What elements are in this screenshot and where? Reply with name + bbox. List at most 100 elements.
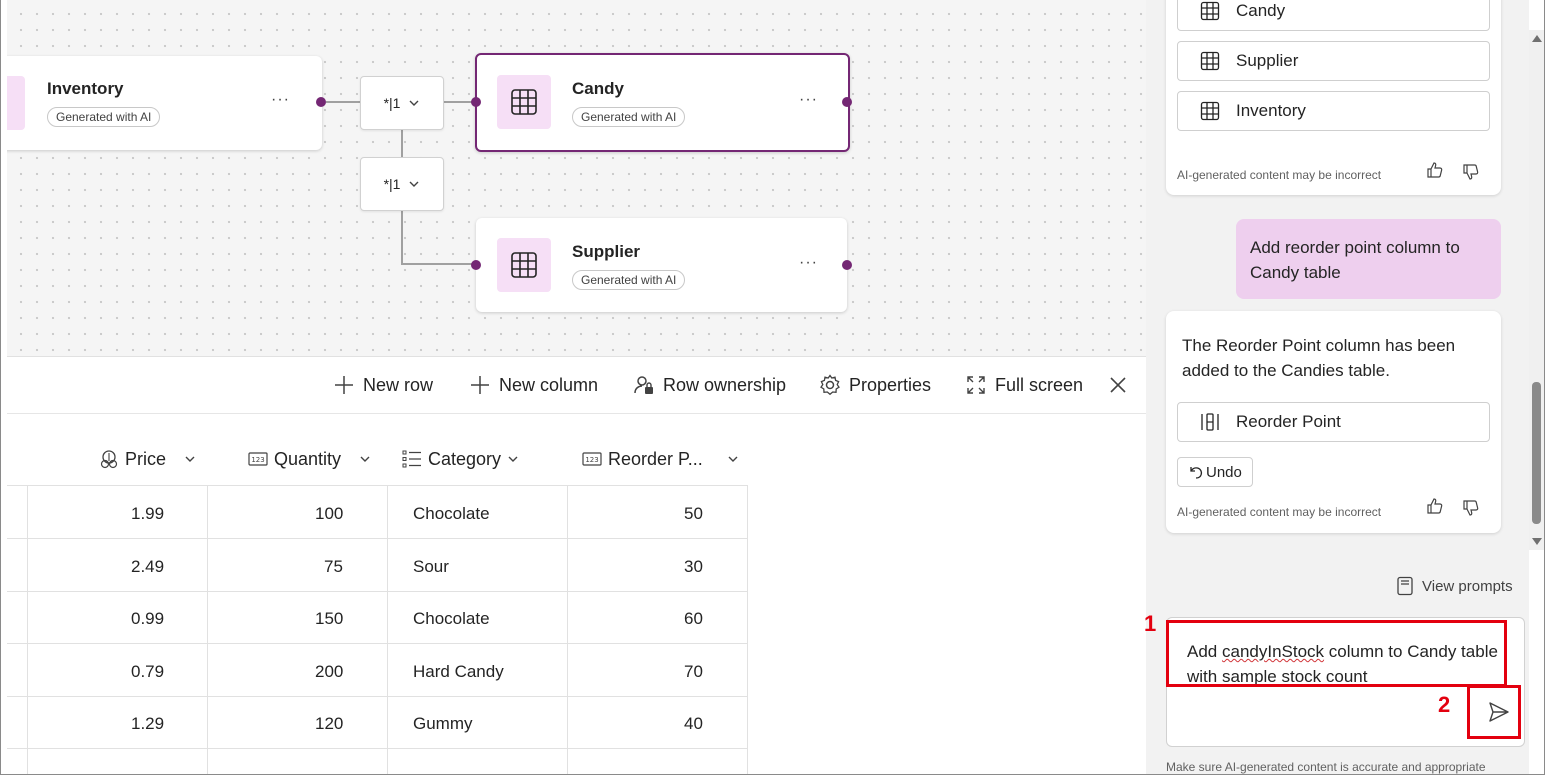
chevron-down-icon: [409, 181, 419, 187]
column-icon: [1201, 413, 1219, 431]
thumbs-up-icon[interactable]: [1426, 161, 1444, 179]
generated-with-ai-badge: Generated with AI: [572, 270, 686, 290]
row-divider: [7, 696, 748, 697]
relationship-line: [401, 128, 403, 158]
column-header-reorder-point[interactable]: 123 Reorder P...: [582, 447, 739, 471]
connection-port[interactable]: [842, 97, 852, 107]
table-reference-candy[interactable]: Candy: [1177, 0, 1490, 31]
cell-category[interactable]: Gummy: [413, 714, 473, 734]
cell-reorder-point[interactable]: 60: [684, 609, 703, 629]
reference-label: Supplier: [1236, 51, 1299, 70]
thumbs-up-icon[interactable]: [1426, 497, 1444, 515]
column-header-label: Reorder P...: [608, 448, 703, 469]
new-column-button[interactable]: New column: [469, 374, 598, 396]
table-node-supplier[interactable]: Supplier Generated with AI ···: [476, 218, 847, 312]
reference-label: Inventory: [1236, 101, 1306, 120]
table-grid-icon: [1200, 51, 1220, 71]
annotation-label-2: 2: [1438, 692, 1451, 717]
full-screen-label: Full screen: [995, 374, 1084, 395]
scrollbar-thumb[interactable]: [1532, 382, 1541, 524]
connection-port[interactable]: [316, 97, 326, 107]
scroll-down-arrow[interactable]: [1532, 538, 1542, 545]
table-node-inventory[interactable]: Inventory Generated with AI ···: [7, 56, 322, 150]
ai-response-card: Candy Supplier Inventory AI-generated co…: [1166, 0, 1501, 195]
cell-quantity[interactable]: 120: [315, 714, 343, 734]
more-options-button[interactable]: ···: [799, 254, 818, 272]
cell-category[interactable]: Chocolate: [413, 504, 490, 524]
table-toolbar: New row New column Row ownership Propert…: [7, 358, 1146, 414]
cell-price[interactable]: 1.99: [131, 504, 164, 524]
more-options-button[interactable]: ···: [271, 91, 290, 109]
cell-category[interactable]: Sour: [413, 557, 449, 577]
ai-disclaimer: AI-generated content may be incorrect: [1177, 505, 1382, 519]
undo-button[interactable]: Undo: [1177, 457, 1253, 487]
scroll-up-arrow[interactable]: [1532, 35, 1542, 42]
cell-reorder-point[interactable]: 30: [684, 557, 703, 577]
connection-port[interactable]: [471, 97, 481, 107]
cell-quantity[interactable]: 75: [324, 557, 343, 577]
chevron-down-icon: [360, 456, 370, 462]
relationship-selector[interactable]: *|1: [360, 76, 444, 130]
table-reference-inventory[interactable]: Inventory: [1177, 91, 1490, 131]
column-header-category[interactable]: Category: [402, 447, 519, 471]
cell-category[interactable]: Chocolate: [413, 609, 490, 629]
svg-text:123: 123: [251, 456, 264, 464]
table-grid-icon: [497, 238, 551, 292]
properties-button[interactable]: Properties: [819, 374, 931, 396]
cell-reorder-point[interactable]: 50: [684, 504, 703, 524]
reference-label: Candy: [1236, 1, 1286, 20]
column-header-quantity[interactable]: 123 Quantity: [248, 447, 371, 471]
row-divider: [7, 485, 748, 486]
column-header-label: Quantity: [274, 448, 342, 469]
row-ownership-button[interactable]: Row ownership: [633, 374, 786, 396]
generated-with-ai-badge: Generated with AI: [47, 107, 161, 127]
prompt-book-icon: [1397, 576, 1413, 596]
annotation-box-send: [1467, 685, 1521, 739]
row-divider: [7, 538, 748, 539]
svg-text:123: 123: [585, 456, 598, 464]
chevron-down-icon: [508, 456, 518, 462]
new-column-label: New column: [499, 374, 599, 395]
relationship-label: *|1: [383, 176, 401, 192]
node-title: Supplier: [572, 242, 641, 261]
cell-price[interactable]: 0.99: [131, 609, 164, 629]
thumbs-down-icon[interactable]: [1462, 499, 1480, 517]
table-reference-supplier[interactable]: Supplier: [1177, 41, 1490, 81]
cell-quantity[interactable]: 100: [315, 504, 343, 524]
column-reference-reorder-point[interactable]: Reorder Point: [1177, 402, 1490, 442]
node-title: Inventory: [47, 79, 124, 98]
cell-reorder-point[interactable]: 40: [684, 714, 703, 734]
cell-reorder-point[interactable]: 70: [684, 662, 703, 682]
cell-price[interactable]: 2.49: [131, 557, 164, 577]
new-row-button[interactable]: New row: [333, 374, 433, 396]
relationship-selector[interactable]: *|1: [360, 157, 444, 211]
cell-price[interactable]: 1.29: [131, 714, 164, 734]
connection-port[interactable]: [842, 260, 852, 270]
relationship-line: [401, 210, 403, 265]
ai-disclaimer: AI-generated content may be incorrect: [1177, 168, 1382, 182]
close-button[interactable]: [1107, 374, 1129, 396]
table-grid-icon: [1200, 1, 1220, 21]
node-title: Candy: [572, 79, 624, 98]
view-prompts-button[interactable]: View prompts: [1396, 576, 1513, 596]
data-grid: Price 123 Quantity Category 123 Reorder …: [7, 414, 1146, 774]
full-screen-button[interactable]: Full screen: [965, 374, 1083, 396]
footer-disclaimer: Make sure AI-generated content is accura…: [1166, 760, 1486, 774]
column-header-price[interactable]: Price: [99, 447, 196, 471]
table-node-candy[interactable]: Candy Generated with AI ···: [475, 53, 850, 152]
cell-price[interactable]: 0.79: [131, 662, 164, 682]
more-options-button[interactable]: ···: [799, 91, 818, 109]
properties-label: Properties: [849, 374, 932, 395]
new-row-label: New row: [363, 374, 434, 395]
connection-port[interactable]: [471, 260, 481, 270]
diagram-canvas[interactable]: Inventory Generated with AI ··· *|1 *|1 …: [7, 0, 1146, 357]
cell-category[interactable]: Hard Candy: [413, 662, 504, 682]
view-prompts-label: View prompts: [1422, 577, 1513, 595]
row-divider: [7, 748, 748, 749]
cell-quantity[interactable]: 200: [315, 662, 343, 682]
plus-icon: [471, 376, 489, 394]
cell-quantity[interactable]: 150: [315, 609, 343, 629]
panel-scrollbar[interactable]: [1529, 30, 1544, 550]
thumbs-down-icon[interactable]: [1462, 163, 1480, 181]
column-divider: [747, 486, 748, 774]
